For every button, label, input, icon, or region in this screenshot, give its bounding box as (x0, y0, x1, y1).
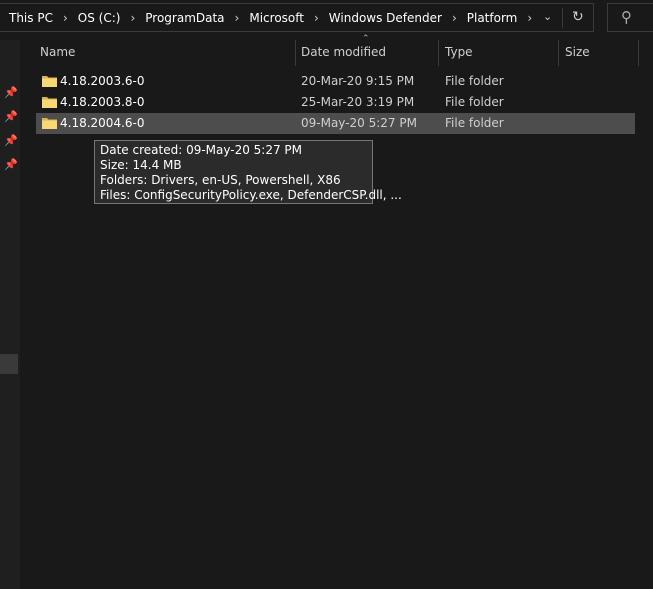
file-name: 4.18.2003.6-0 (60, 74, 145, 88)
divider (562, 8, 563, 28)
search-box[interactable]: ⚲ (607, 3, 653, 32)
column-header-size[interactable]: Size (565, 45, 590, 59)
column-header-name[interactable]: Name (40, 45, 75, 59)
file-type: File folder (445, 116, 504, 130)
column-header-date-modified[interactable]: Date modified (301, 45, 386, 59)
file-date-modified: 09-May-20 5:27 PM (301, 116, 417, 130)
file-row[interactable]: 4.18.2003.6-0 20-Mar-20 9:15 PM File fol… (36, 71, 635, 92)
column-divider[interactable] (638, 40, 639, 66)
file-type: File folder (445, 74, 504, 88)
chevron-right-icon[interactable]: › (314, 11, 319, 25)
folder-icon (42, 76, 57, 87)
tooltip-folders: Folders: Drivers, en-US, Powershell, X86 (100, 173, 341, 187)
chevron-right-icon[interactable]: › (235, 11, 240, 25)
tooltip-files: Files: ConfigSecurityPolicy.exe, Defende… (100, 188, 402, 202)
sort-ascending-icon: ⌃ (362, 34, 370, 44)
breadcrumb-this-pc[interactable]: This PC (9, 11, 53, 25)
navigation-pane[interactable]: 📌 📌 📌 📌 (0, 40, 20, 589)
breadcrumb-os-c[interactable]: OS (C:) (78, 11, 121, 25)
pin-icon[interactable]: 📌 (4, 158, 18, 171)
folder-icon (42, 97, 57, 108)
chevron-right-icon[interactable]: › (63, 11, 68, 25)
folder-info-tooltip: Date created: 09-May-20 5:27 PM Size: 14… (94, 140, 402, 204)
pin-icon[interactable]: 📌 (4, 86, 18, 99)
pin-icon[interactable]: 📌 (4, 110, 18, 123)
column-divider[interactable] (295, 40, 296, 66)
breadcrumb: This PC › OS (C:) › ProgramData › Micros… (9, 11, 542, 25)
chevron-down-icon[interactable]: ⌄ (543, 10, 552, 23)
file-name: 4.18.2003.8-0 (60, 95, 145, 109)
tooltip-date-created: Date created: 09-May-20 5:27 PM (100, 143, 303, 157)
chevron-right-icon[interactable]: › (527, 11, 532, 25)
column-divider[interactable] (438, 40, 439, 66)
search-icon: ⚲ (621, 8, 632, 26)
breadcrumb-windows-defender[interactable]: Windows Defender (329, 11, 442, 25)
file-row-selected[interactable]: 4.18.2004.6-0 09-May-20 5:27 PM File fol… (36, 113, 635, 134)
nav-selected-item[interactable] (0, 354, 18, 374)
column-header-type[interactable]: Type (445, 45, 473, 59)
tooltip-size: Size: 14.4 MB (100, 158, 182, 172)
breadcrumb-programdata[interactable]: ProgramData (145, 11, 224, 25)
breadcrumb-platform[interactable]: Platform (467, 11, 518, 25)
folder-icon (42, 118, 57, 129)
chevron-right-icon[interactable]: › (130, 11, 135, 25)
file-row[interactable]: 4.18.2003.8-0 25-Mar-20 3:19 PM File fol… (36, 92, 635, 113)
file-name: 4.18.2004.6-0 (60, 116, 145, 130)
breadcrumb-microsoft[interactable]: Microsoft (249, 11, 304, 25)
refresh-icon[interactable]: ↻ (572, 9, 584, 25)
file-type: File folder (445, 95, 504, 109)
column-divider[interactable] (558, 40, 559, 66)
file-date-modified: 25-Mar-20 3:19 PM (301, 95, 415, 109)
pin-icon[interactable]: 📌 (4, 134, 18, 147)
column-header-row: Name ⌃ Date modified Type Size (20, 34, 653, 66)
chevron-right-icon[interactable]: › (452, 11, 457, 25)
address-bar[interactable]: This PC › OS (C:) › ProgramData › Micros… (0, 3, 594, 32)
file-date-modified: 20-Mar-20 9:15 PM (301, 74, 415, 88)
